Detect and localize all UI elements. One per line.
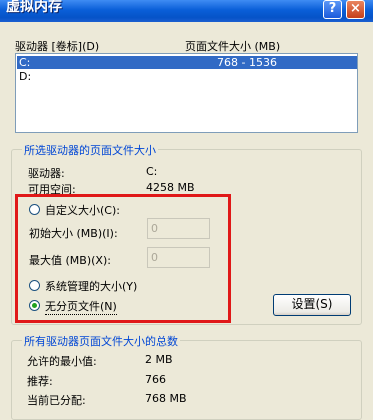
column-header-drive: 驱动器 [卷标](D): [15, 40, 100, 53]
recommended-value: 766: [145, 373, 166, 386]
column-header-pagefile-size: 页面文件大小 (MB): [185, 40, 281, 53]
window-title: 虚拟内存: [6, 0, 62, 15]
min-allowed-label: 允许的最小值:: [27, 355, 97, 368]
current-allocated-value: 768 MB: [145, 392, 187, 405]
drive-letter: C:: [19, 56, 31, 69]
total-size-group-title: 所有驱动器页面文件大小的总数: [22, 333, 180, 349]
min-allowed-value: 2 MB: [145, 353, 173, 366]
highlight-annotation: [15, 194, 231, 323]
help-icon[interactable]: ?: [323, 0, 342, 19]
list-item[interactable]: D:: [17, 70, 357, 83]
set-button[interactable]: 设置(S): [273, 294, 351, 316]
current-allocated-label: 当前已分配:: [27, 394, 86, 407]
close-icon[interactable]: ×: [346, 0, 365, 19]
pagefile-size: 768 - 1536: [217, 56, 277, 69]
recommended-label: 推荐:: [27, 375, 53, 388]
drive-label: 驱动器:: [28, 167, 65, 180]
list-item[interactable]: C: 768 - 1536: [17, 56, 357, 69]
drive-value: C:: [146, 165, 158, 178]
total-size-group: [11, 340, 362, 420]
drive-letter: D:: [19, 70, 32, 83]
drive-list[interactable]: C: 768 - 1536 D:: [15, 53, 358, 133]
selected-drive-group-title: 所选驱动器的页面文件大小: [22, 142, 158, 158]
title-bar: 虚拟内存 ? ×: [0, 0, 373, 22]
space-value: 4258 MB: [146, 181, 195, 194]
